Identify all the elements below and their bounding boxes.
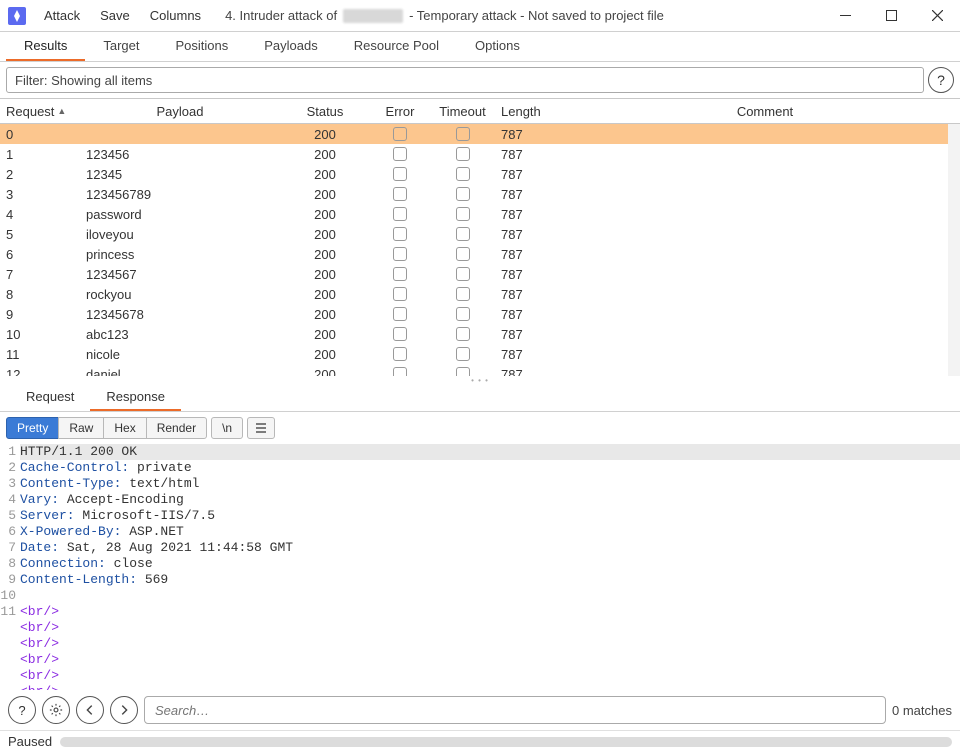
timeout-checkbox[interactable] [456,247,470,261]
view-toolbar: PrettyRawHexRender \n [0,412,960,444]
menu-save[interactable]: Save [90,8,140,23]
search-bar: ? 0 matches [0,690,960,730]
message-tabs: RequestResponse [0,384,960,412]
view-pretty[interactable]: Pretty [6,417,59,439]
table-row[interactable]: 0200787 [0,124,960,144]
timeout-checkbox[interactable] [456,327,470,341]
tab-positions[interactable]: Positions [158,32,247,61]
table-row[interactable]: 6princess200787 [0,244,960,264]
timeout-checkbox[interactable] [456,287,470,301]
title-prefix: 4. Intruder attack of [225,8,337,23]
menu-bar: AttackSaveColumns [34,8,211,23]
col-status[interactable]: Status [280,104,370,119]
view-render[interactable]: Render [146,417,207,439]
status-bar: Paused [0,730,960,752]
filter-text: Filter: Showing all items [15,73,152,88]
col-payload[interactable]: Payload [80,104,280,119]
table-row[interactable]: 5iloveyou200787 [0,224,960,244]
view-hex[interactable]: Hex [103,417,146,439]
title-suffix: - Temporary attack - Not saved to projec… [409,8,664,23]
help-icon[interactable]: ? [928,67,954,93]
col-error[interactable]: Error [370,104,430,119]
maximize-button[interactable] [868,0,914,32]
line-gutter: 1234567891011 [0,444,20,690]
progress-bar [60,737,952,747]
status-text: Paused [8,734,52,749]
error-checkbox[interactable] [393,307,407,321]
table-row[interactable]: 212345200787 [0,164,960,184]
table-row[interactable]: 3123456789200787 [0,184,960,204]
error-checkbox[interactable] [393,247,407,261]
main-tabs: ResultsTargetPositionsPayloadsResource P… [0,32,960,62]
error-checkbox[interactable] [393,127,407,141]
table-row[interactable]: 912345678200787 [0,304,960,324]
timeout-checkbox[interactable] [456,147,470,161]
menu-columns[interactable]: Columns [140,8,211,23]
table-row[interactable]: 4password200787 [0,204,960,224]
timeout-checkbox[interactable] [456,127,470,141]
timeout-checkbox[interactable] [456,307,470,321]
error-checkbox[interactable] [393,367,407,376]
gear-icon[interactable] [42,696,70,724]
tab-target[interactable]: Target [85,32,157,61]
table-row[interactable]: 71234567200787 [0,264,960,284]
prev-match-icon[interactable] [76,696,104,724]
col-timeout[interactable]: Timeout [430,104,495,119]
tab-resource-pool[interactable]: Resource Pool [336,32,457,61]
error-checkbox[interactable] [393,187,407,201]
table-row[interactable]: 10abc123200787 [0,324,960,344]
col-comment[interactable]: Comment [570,104,960,119]
filter-input[interactable]: Filter: Showing all items [6,67,924,93]
match-count: 0 matches [892,703,952,718]
error-checkbox[interactable] [393,207,407,221]
splitter-handle[interactable]: • • • [0,376,960,384]
error-checkbox[interactable] [393,147,407,161]
table-row[interactable]: 12daniel200787 [0,364,960,376]
hamburger-icon[interactable] [247,417,275,439]
response-body[interactable]: HTTP/1.1 200 OKCache-Control: privateCon… [20,444,960,690]
window-title: 4. Intruder attack of - Temporary attack… [225,8,822,23]
help-icon[interactable]: ? [8,696,36,724]
tab-options[interactable]: Options [457,32,538,61]
search-input[interactable] [144,696,886,724]
tab-payloads[interactable]: Payloads [246,32,335,61]
sort-asc-icon: ▲ [57,106,66,116]
minimize-button[interactable] [822,0,868,32]
error-checkbox[interactable] [393,167,407,181]
tab-results[interactable]: Results [6,32,85,61]
error-checkbox[interactable] [393,347,407,361]
window-controls [822,0,960,32]
table-row[interactable]: 8rockyou200787 [0,284,960,304]
timeout-checkbox[interactable] [456,187,470,201]
message-tab-request[interactable]: Request [10,384,90,411]
newline-toggle[interactable]: \n [211,417,243,439]
next-match-icon[interactable] [110,696,138,724]
timeout-checkbox[interactable] [456,227,470,241]
view-raw[interactable]: Raw [58,417,104,439]
redacted-target [343,9,403,23]
response-editor[interactable]: 1234567891011 HTTP/1.1 200 OKCache-Contr… [0,444,960,690]
filter-row: Filter: Showing all items ? [0,62,960,98]
table-row[interactable]: 1123456200787 [0,144,960,164]
message-tab-response[interactable]: Response [90,384,181,411]
table-row[interactable]: 11nicole200787 [0,344,960,364]
app-icon [8,7,26,25]
timeout-checkbox[interactable] [456,347,470,361]
titlebar: AttackSaveColumns 4. Intruder attack of … [0,0,960,32]
timeout-checkbox[interactable] [456,367,470,376]
timeout-checkbox[interactable] [456,267,470,281]
error-checkbox[interactable] [393,327,407,341]
timeout-checkbox[interactable] [456,167,470,181]
col-request[interactable]: Request▲ [0,104,80,119]
error-checkbox[interactable] [393,227,407,241]
col-length[interactable]: Length [495,104,570,119]
timeout-checkbox[interactable] [456,207,470,221]
close-button[interactable] [914,0,960,32]
error-checkbox[interactable] [393,287,407,301]
error-checkbox[interactable] [393,267,407,281]
results-header: Request▲ Payload Status Error Timeout Le… [0,98,960,124]
menu-attack[interactable]: Attack [34,8,90,23]
vertical-scrollbar[interactable] [948,124,960,376]
results-grid[interactable]: 0200787112345620078721234520078731234567… [0,124,960,376]
